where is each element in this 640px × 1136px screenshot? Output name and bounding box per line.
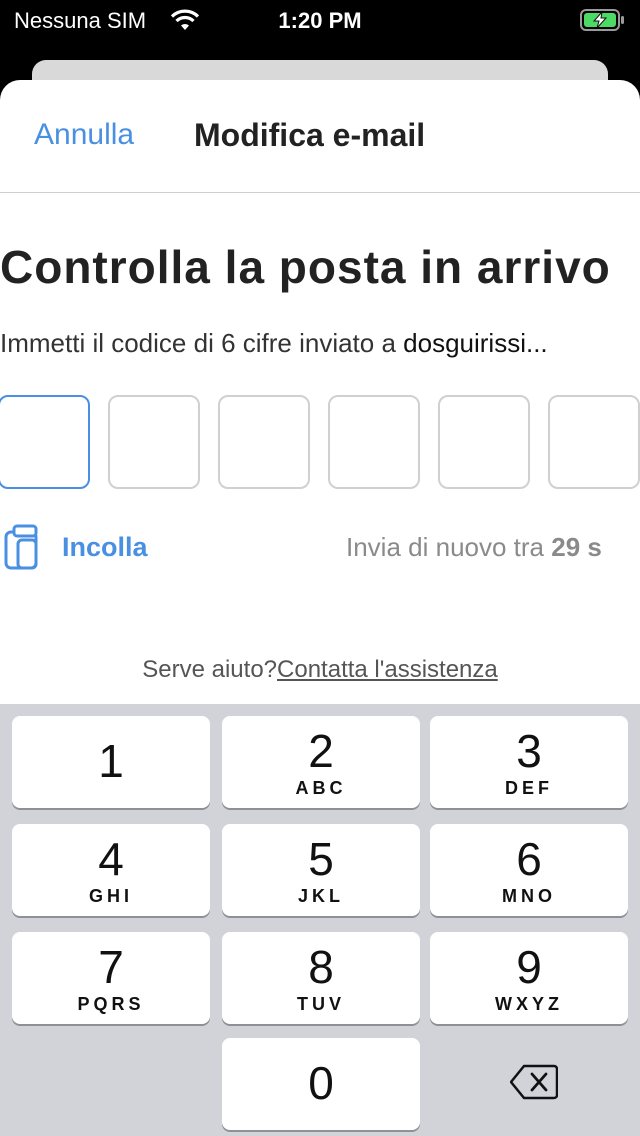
key-3[interactable]: 3 DEF <box>430 716 628 808</box>
nav-bar: Annulla Modifica e-mail <box>0 80 640 193</box>
help-prefix: Serve aiuto? <box>142 656 278 683</box>
page-title: Controlla la posta in arrivo <box>0 241 611 293</box>
nav-title: Modifica e-mail <box>194 117 426 153</box>
code-digit-3[interactable] <box>218 395 310 489</box>
backspace-icon <box>509 1064 559 1105</box>
code-digit-4[interactable] <box>328 395 420 489</box>
battery-charging-icon <box>580 9 626 37</box>
key-letters: PQRS <box>77 994 145 1014</box>
key-2[interactable]: 2 ABC <box>222 716 420 808</box>
key-0[interactable]: 0 <box>222 1038 420 1130</box>
resend-countdown: Invia di nuovo tra 29 s <box>346 532 602 563</box>
numeric-keypad: 1 2 ABC 3 DEF 4 GHI 5 JKL 6 MNO 7 PQRS 8… <box>0 704 640 1136</box>
key-digit: 4 <box>98 833 124 885</box>
code-digit-5[interactable] <box>438 395 530 489</box>
key-8[interactable]: 8 TUV <box>222 932 420 1024</box>
resend-seconds: 29 s <box>551 532 602 562</box>
paste-label: Incolla <box>62 532 148 562</box>
code-digit-2[interactable] <box>108 395 200 489</box>
paste-button[interactable]: Incolla <box>2 524 172 570</box>
key-digit: 3 <box>516 725 542 777</box>
delete-key[interactable] <box>430 1038 628 1130</box>
clipboard-icon <box>2 524 42 575</box>
key-5[interactable]: 5 JKL <box>222 824 420 916</box>
contact-support-link[interactable]: Contatta l'assistenza <box>277 656 498 683</box>
code-input-row <box>0 395 640 493</box>
status-bar: Nessuna SIM 1:20 PM <box>0 0 640 40</box>
key-digit: 2 <box>308 725 334 777</box>
email-address: dosguirissi... <box>403 328 548 358</box>
key-letters: GHI <box>88 886 133 906</box>
key-1[interactable]: 1 <box>12 716 210 808</box>
key-letters: TUV <box>297 994 345 1014</box>
key-letters: MNO <box>502 886 556 906</box>
status-time: 1:20 PM <box>278 8 362 33</box>
key-digit: 1 <box>98 735 124 787</box>
key-digit: 9 <box>516 941 542 993</box>
key-7[interactable]: 7 PQRS <box>12 932 210 1024</box>
instruction-text: Immetti il codice di 6 cifre inviato a d… <box>0 328 636 359</box>
resend-prefix: Invia di nuovo tra <box>346 532 552 562</box>
key-digit: 7 <box>98 941 124 993</box>
key-digit: 5 <box>308 833 334 885</box>
key-letters: JKL <box>297 886 344 906</box>
key-digit: 6 <box>516 833 542 885</box>
key-9[interactable]: 9 WXYZ <box>430 932 628 1024</box>
cancel-button[interactable]: Annulla <box>34 118 134 152</box>
key-4[interactable]: 4 GHI <box>12 824 210 916</box>
key-letters: DEF <box>505 778 553 798</box>
code-digit-1[interactable] <box>0 395 90 489</box>
key-digit: 8 <box>308 941 334 993</box>
key-digit: 0 <box>308 1057 334 1109</box>
help-text: Serve aiuto?Contatta l'assistenza <box>0 656 640 684</box>
instruction-prefix: Immetti il codice di 6 cifre inviato a <box>0 328 404 358</box>
code-digit-6[interactable] <box>548 395 640 489</box>
key-6[interactable]: 6 MNO <box>430 824 628 916</box>
key-letters: WXYZ <box>495 994 563 1014</box>
key-letters: ABC <box>295 778 347 798</box>
